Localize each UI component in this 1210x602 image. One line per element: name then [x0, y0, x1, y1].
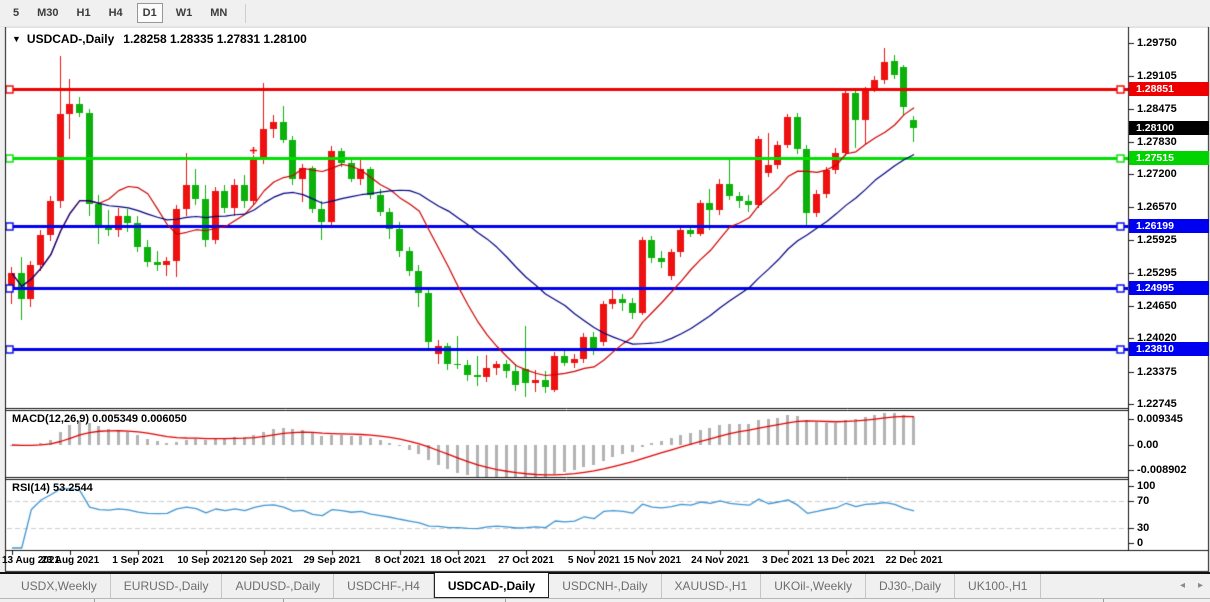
timeframe-button-w1[interactable]: W1: [171, 4, 198, 22]
timeframe-toolbar: 5 M30 H1 H4 D1 W1 MN: [0, 0, 1210, 27]
chart-tab-ukoil-weekly[interactable]: UKOil-,Weekly: [761, 574, 866, 598]
tabs-scroll-right-icon[interactable]: ▸: [1198, 580, 1203, 591]
tabs-scroll-left-icon[interactable]: ◂: [1180, 580, 1185, 591]
chart-tab-usdcnh-daily[interactable]: USDCNH-,Daily: [549, 574, 661, 598]
timeframe-button-5[interactable]: 5: [8, 4, 24, 22]
chart-tab-dj30-daily[interactable]: DJ30-,Daily: [866, 574, 955, 598]
timeframe-button-d1[interactable]: D1: [137, 3, 163, 23]
chart-tabs-bar: USDX,WeeklyEURUSD-,DailyAUDUSD-,DailyUSD…: [0, 572, 1210, 598]
chart-tab-audusd-daily[interactable]: AUDUSD-,Daily: [222, 574, 334, 598]
chart-tab-uk100-h1[interactable]: UK100-,H1: [955, 574, 1041, 598]
chart-tab-usdchf-h4[interactable]: USDCHF-,H4: [334, 574, 434, 598]
timeframe-button-h4[interactable]: H4: [104, 4, 128, 22]
status-bar-strip: [0, 598, 1210, 602]
timeframe-button-m30[interactable]: M30: [32, 4, 63, 22]
chart-tab-xauusd-h1[interactable]: XAUUSD-,H1: [662, 574, 762, 598]
chart-window[interactable]: [5, 26, 1209, 572]
chart-tab-eurusd-daily[interactable]: EURUSD-,Daily: [111, 574, 223, 598]
timeframe-button-mn[interactable]: MN: [205, 4, 232, 22]
timeframe-button-h1[interactable]: H1: [72, 4, 96, 22]
chart-tab-usdx-weekly[interactable]: USDX,Weekly: [8, 574, 111, 598]
chart-tab-usdcad-daily[interactable]: USDCAD-,Daily: [434, 573, 549, 598]
toolbar-divider: [245, 4, 246, 23]
